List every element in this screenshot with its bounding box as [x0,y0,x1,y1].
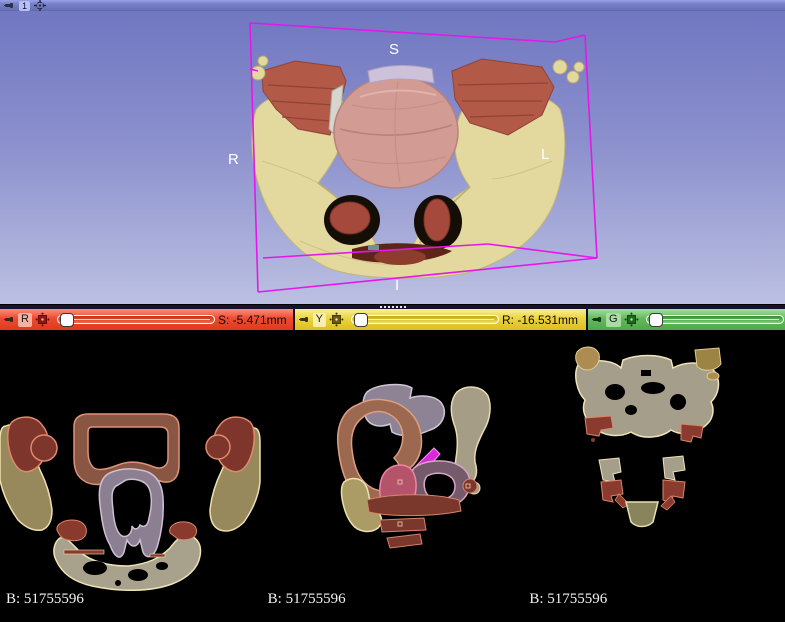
view3d-controller-bar: 1 [0,0,785,11]
axial-labelmap [0,414,260,590]
orientation-label-inferior: I [395,277,399,294]
pin-icon[interactable] [299,315,310,324]
data-probe-status: B: 51755596 [6,591,84,608]
red-slice-image [0,330,262,622]
fiducial-icon[interactable] [329,312,344,327]
slice-offset-slider[interactable] [57,314,215,326]
orientation-label-left: L [541,146,549,163]
slice-controllers: R S: -5.471mm Y [0,309,785,330]
slice-views: B: 51755596 [0,330,785,622]
yellow-slice-viewport[interactable]: B: 51755596 [262,330,524,622]
orientation-label-superior: S [389,41,399,58]
bladder-mesh [334,76,458,188]
slice-offset-slider[interactable] [351,314,499,326]
green-slice-viewport[interactable]: B: 51755596 [523,330,785,622]
slider-handle[interactable] [60,313,74,327]
view-badge: 1 [19,1,30,11]
view-label-chip[interactable]: Y [313,313,326,327]
data-probe-status: B: 51755596 [529,591,607,608]
fiducial-icon[interactable] [35,312,50,327]
fiducial-icon[interactable] [624,312,639,327]
green-slice-controller: G A: -80.610mm [588,309,785,330]
pin-icon[interactable] [4,1,15,10]
slider-track[interactable] [646,315,784,324]
slider-track[interactable] [57,315,215,324]
orientation-label-right: R [228,151,239,168]
green-slice-image [523,330,785,622]
pin-icon[interactable] [4,315,15,324]
view-label-chip[interactable]: G [606,313,621,327]
red-slice-controller: R S: -5.471mm [0,309,295,330]
pin-icon[interactable] [592,315,603,324]
slice-offset-slider[interactable] [646,314,784,326]
slider-handle[interactable] [649,313,663,327]
slicer-layout: 1 [0,0,785,622]
red-slice-viewport[interactable]: B: 51755596 [0,330,262,622]
sagittal-labelmap [337,385,489,548]
view3d-viewport[interactable]: S I R L [0,11,785,305]
slider-handle[interactable] [354,313,368,327]
slice-offset-value: S: -5.471mm [218,313,289,327]
yellow-slice-controller: Y R: -16.531mm [295,309,588,330]
yellow-slice-image [262,330,524,622]
coronal-labelmap [576,347,721,527]
crosshair-icon[interactable] [34,0,46,11]
slice-offset-value: R: -16.531mm [502,313,582,327]
data-probe-status: B: 51755596 [268,591,346,608]
view-label-chip[interactable]: R [18,313,32,327]
slider-track[interactable] [351,315,499,324]
